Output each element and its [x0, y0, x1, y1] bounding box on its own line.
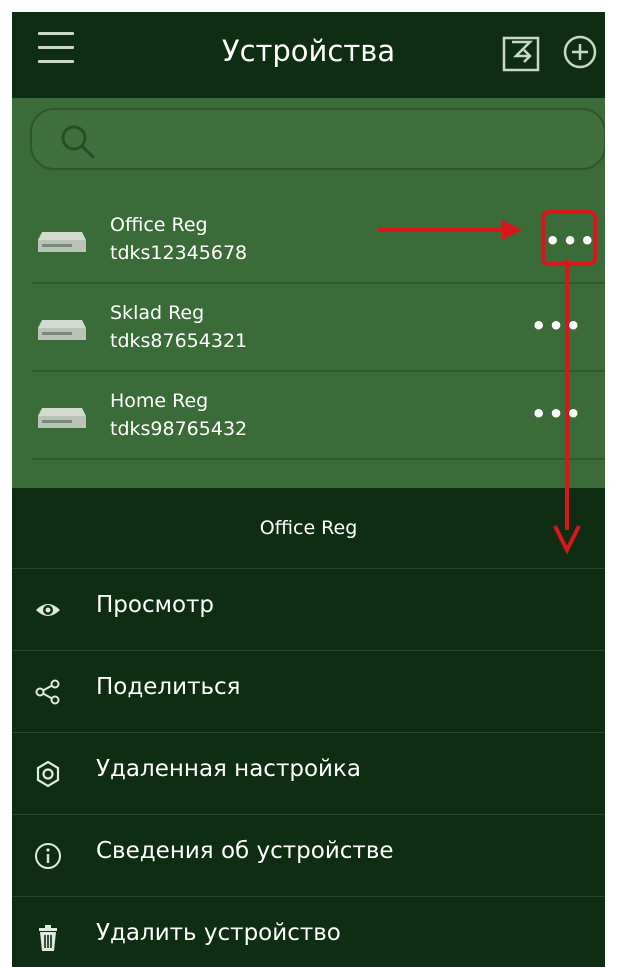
action-sheet: Office Reg Просмотр Поделиться Удаленная…: [12, 488, 605, 967]
menu-item-device-info[interactable]: Сведения об устройстве: [12, 814, 605, 897]
menu-item-label: Просмотр: [96, 592, 215, 618]
trash-icon: [39, 925, 57, 951]
device-name: Office Reg: [110, 214, 208, 236]
settings-icon: [36, 760, 60, 788]
list-item[interactable]: Office Reg tdks12345678 •••: [12, 196, 605, 284]
search-input[interactable]: [30, 108, 605, 170]
menu-item-label: Удаленная настройка: [96, 756, 361, 782]
dvr-device-icon: [38, 232, 86, 252]
share-icon: [35, 679, 60, 705]
more-options-button[interactable]: •••: [541, 210, 597, 266]
import-icon[interactable]: [500, 32, 544, 74]
search-icon: [61, 125, 96, 160]
info-icon: [35, 843, 61, 869]
app-header: Устройства: [12, 12, 605, 98]
menu-item-view[interactable]: Просмотр: [12, 568, 605, 651]
app-screen: Устройства Office Reg tdks12345678 ••• S…: [12, 12, 605, 967]
menu-item-label: Удалить устройство: [96, 920, 341, 946]
device-name: Sklad Reg: [110, 302, 205, 324]
menu-item-share[interactable]: Поделиться: [12, 650, 605, 733]
menu-item-remote-settings[interactable]: Удаленная настройка: [12, 732, 605, 815]
dvr-device-icon: [38, 408, 86, 428]
menu-item-label: Поделиться: [96, 674, 241, 700]
add-circle-icon[interactable]: [562, 34, 598, 70]
device-id: tdks12345678: [110, 242, 248, 264]
device-id: tdks87654321: [110, 330, 248, 352]
device-name: Home Reg: [110, 390, 209, 412]
eye-icon: [36, 604, 60, 616]
action-sheet-title: Office Reg: [12, 488, 605, 569]
list-item[interactable]: Home Reg tdks98765432 •••: [12, 372, 605, 460]
device-id: tdks98765432: [110, 418, 248, 440]
list-item[interactable]: Sklad Reg tdks87654321 •••: [12, 284, 605, 372]
more-options-button[interactable]: •••: [529, 308, 585, 344]
dvr-device-icon: [38, 320, 86, 340]
device-list: Office Reg tdks12345678 ••• Sklad Reg td…: [12, 98, 605, 488]
divider: [32, 458, 605, 460]
more-options-button[interactable]: •••: [529, 396, 585, 432]
menu-item-label: Сведения об устройстве: [96, 838, 394, 864]
menu-item-delete-device[interactable]: Удалить устройство: [12, 896, 605, 967]
